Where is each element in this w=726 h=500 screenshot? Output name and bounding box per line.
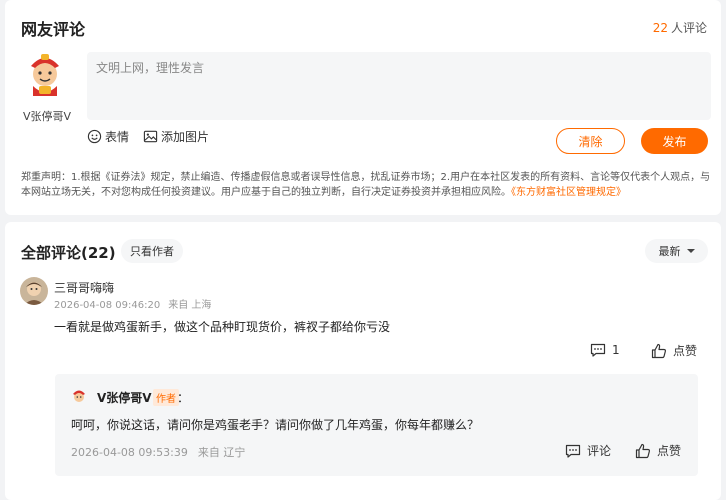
reply-thread: V张停哥V 作者 ： 呵呵，你说这话，请问你是鸡蛋老手？请问你做了几年鸡蛋，你每… [55, 374, 698, 476]
commenter-name[interactable]: 三哥哥嗨嗨 [54, 279, 114, 296]
comment-meta: 2026-04-08 09:46:20 来自 上海 [54, 296, 219, 311]
reply-location: 来自 辽宁 [197, 446, 246, 459]
user-name: V张停哥V [22, 110, 72, 123]
thumbs-up-icon [635, 443, 651, 458]
emoji-button[interactable]: 表情 [87, 128, 129, 145]
comment-content: 一看就是做鸡蛋新手，做这个品种盯现货价，裤衩子都给你亏没 [54, 320, 391, 334]
reply-time: 2026-04-08 09:53:39 [71, 446, 188, 459]
reply-colon: ： [177, 391, 190, 405]
reply-meta: 2026-04-08 09:53:39 来自 辽宁 [71, 444, 255, 460]
community-rules-link[interactable]: 《东方财富社区管理规定》 [511, 187, 626, 198]
add-image-label: 添加图片 [161, 130, 210, 144]
add-image-button[interactable]: 添加图片 [143, 128, 209, 145]
author-badge: 作者 [153, 389, 179, 406]
comment-like-button[interactable]: 点赞 [651, 342, 697, 359]
all-comments-title: 全部评论(22) [21, 244, 116, 262]
reply-like-label: 点赞 [657, 444, 682, 458]
section-title: 网友评论 [21, 20, 86, 39]
reply-comment-button[interactable]: 评论 [565, 442, 611, 459]
comment-location: 来自 上海 [168, 300, 212, 311]
comment-count: 22 人评论 [653, 19, 707, 36]
emoji-icon [87, 129, 102, 144]
comment-composer-card: 网友评论 22 人评论 V张停哥V 文明上网，理性发言 表情 添加图片 清除 发… [5, 0, 721, 215]
post-button[interactable]: 发布 [641, 128, 708, 154]
reply-avatar[interactable] [71, 388, 87, 404]
reply-author-name[interactable]: V张停哥V [97, 389, 152, 406]
comment-input-placeholder: 文明上网，理性发言 [96, 61, 205, 75]
reply-like-button[interactable]: 点赞 [635, 442, 681, 459]
sort-dropdown[interactable]: 最新 [645, 239, 708, 263]
comment-count-number: 22 [652, 21, 668, 35]
reply-content: 呵呵，你说这话，请问你是鸡蛋老手？请问你做了几年鸡蛋，你每年都赚么？ [71, 418, 480, 432]
comment-reply-button[interactable]: 1 [590, 342, 620, 358]
sort-label: 最新 [658, 245, 681, 258]
comment-time: 2026-04-08 09:46:20 [54, 300, 161, 311]
emoji-label: 表情 [105, 130, 130, 144]
comment-list-card: 全部评论(22) 只看作者 最新 三哥哥嗨嗨 2026-04-08 09:46:… [5, 222, 721, 500]
user-avatar[interactable] [25, 52, 65, 96]
commenter-avatar[interactable] [20, 277, 48, 305]
image-icon [143, 130, 158, 143]
comment-count-label: 人评论 [670, 21, 707, 35]
reply-comment-label: 评论 [587, 444, 612, 458]
clear-button[interactable]: 清除 [556, 128, 625, 154]
disclaimer: 郑重声明：1.根据《证券法》规定，禁止编造、传播虚假信息或者误导性信息，扰乱证券… [21, 170, 713, 200]
reply-count: 1 [612, 343, 620, 357]
author-only-filter[interactable]: 只看作者 [121, 239, 183, 263]
comment-icon [565, 444, 581, 458]
comment-input[interactable]: 文明上网，理性发言 [87, 52, 711, 120]
caret-down-icon [686, 249, 695, 253]
comment-icon [590, 343, 606, 357]
thumbs-up-icon [651, 343, 667, 358]
like-label: 点赞 [673, 344, 698, 358]
